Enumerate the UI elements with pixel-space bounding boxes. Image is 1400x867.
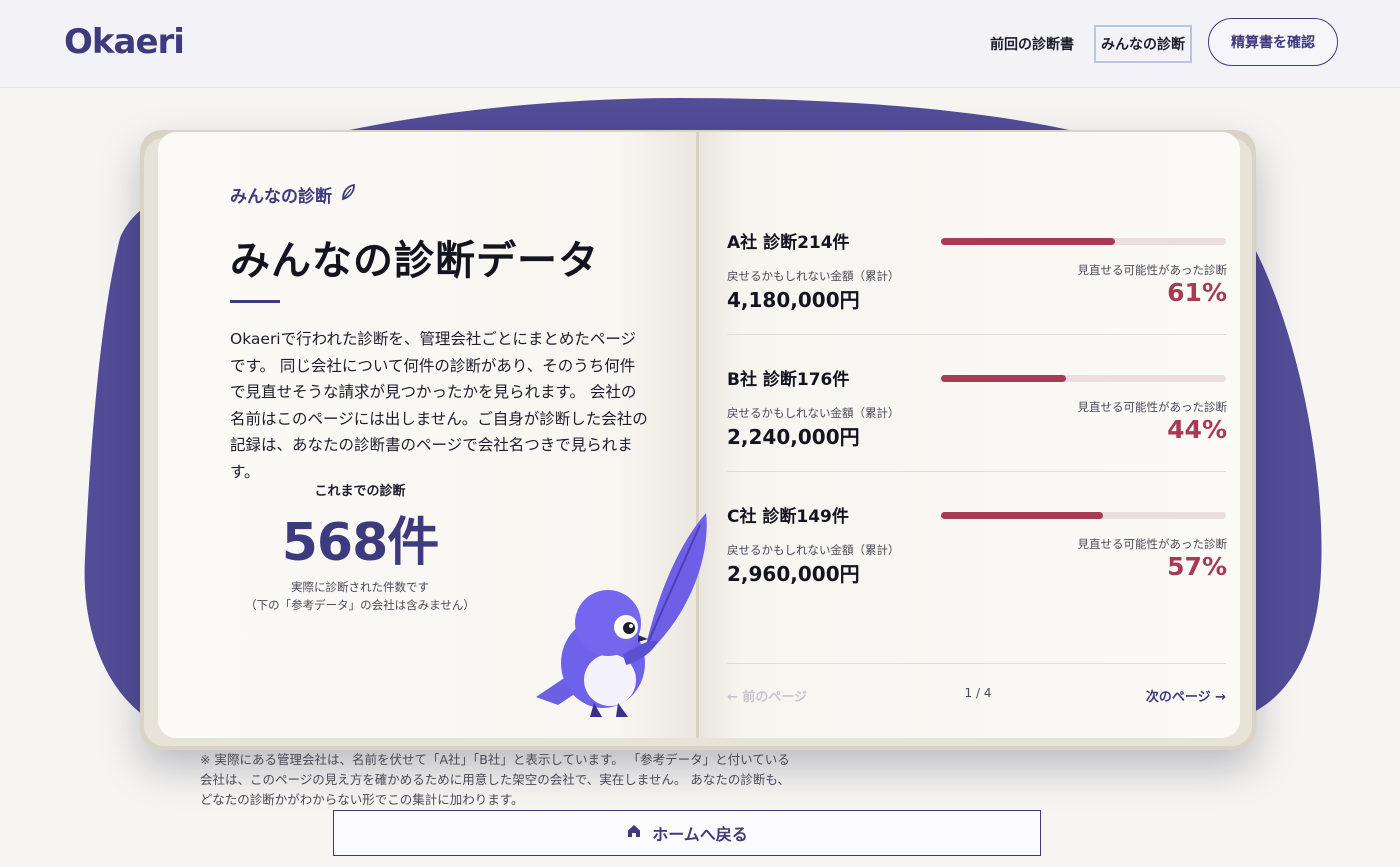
- intro-text: Okaeriで行われた診断を、管理会社ごとにまとめたページです。 同じ会社につい…: [230, 330, 648, 481]
- amount-value: 2,960,000円: [727, 562, 860, 586]
- total-note: 実際に診断された件数です （下の「参考データ」の会社は含みません）: [230, 578, 490, 614]
- total-label: これまでの診断: [314, 484, 406, 499]
- total-count: 568件: [281, 513, 440, 573]
- logo[interactable]: Okaeri: [64, 22, 185, 62]
- amount-value: 2,240,000円: [727, 425, 860, 449]
- company-card: A社 診断214件 戻せるかもしれない金額（累計） 4,180,000円 見直せ…: [727, 228, 1227, 348]
- home-icon: [626, 823, 642, 843]
- rate-label: 見直せる可能性があった診断: [1077, 263, 1228, 277]
- rate-bar-track: [941, 238, 1226, 245]
- company-card: B社 診断176件 戻せるかもしれない金額（累計） 2,240,000円 見直せ…: [727, 365, 1227, 485]
- total-note-line-2: （下の「参考データ」の会社は含みません）: [245, 598, 475, 612]
- rate-value: 44%: [1167, 415, 1227, 444]
- next-page-link[interactable]: 次のページ →: [1100, 686, 1226, 705]
- footnote: ※ 実際にある管理会社は、名前を伏せて「A社」「B社」と表示しています。 「参考…: [200, 752, 790, 807]
- rate-bar-track: [941, 512, 1226, 519]
- company-card: C社 診断149件 戻せるかもしれない金額（累計） 2,960,000円 見直せ…: [727, 502, 1227, 622]
- title-underline: [230, 300, 280, 303]
- company-name: A社 診断214件: [727, 233, 850, 253]
- rate-label: 見直せる可能性があった診断: [1077, 400, 1228, 414]
- divider: [727, 471, 1226, 472]
- company-name: B社 診断176件: [727, 370, 850, 390]
- divider: [727, 334, 1226, 335]
- prev-page-link[interactable]: ← 前のページ: [727, 686, 807, 705]
- statement-button[interactable]: 精算書を確認: [1208, 18, 1338, 66]
- pager-divider: [727, 663, 1226, 664]
- rate-value: 61%: [1167, 278, 1227, 307]
- rate-label: 見直せる可能性があった診断: [1077, 537, 1228, 551]
- company-name: C社 診断149件: [727, 507, 849, 527]
- page-title: みんなの診断データ: [230, 238, 599, 284]
- rate-value: 57%: [1167, 552, 1227, 581]
- site-header: Okaeri 前回の診断書 みんなの診断 精算書を確認: [0, 0, 1400, 88]
- bird-mascot-illustration: [536, 513, 707, 717]
- rate-bar-fill: [941, 512, 1104, 519]
- nav-previous-report[interactable]: 前回の診断書: [990, 34, 1074, 54]
- rate-bar-track: [941, 375, 1226, 382]
- amount-label: 戻せるかもしれない金額（累計）: [727, 406, 900, 420]
- eyebrow-label: みんなの診断: [230, 187, 332, 207]
- rate-bar-fill: [941, 238, 1115, 245]
- home-button[interactable]: ホームへ戻る: [333, 810, 1041, 856]
- total-note-line-1: 実際に診断された件数です: [291, 580, 429, 594]
- nav-everyone-diagnosis[interactable]: みんなの診断: [1094, 25, 1192, 63]
- rate-bar-fill: [941, 375, 1067, 382]
- home-button-label: ホームへ戻る: [652, 825, 748, 844]
- leaf-icon: [340, 183, 356, 206]
- amount-label: 戻せるかもしれない金額（累計）: [727, 543, 900, 557]
- page-indicator: 1 / 4: [964, 686, 992, 700]
- amount-value: 4,180,000円: [727, 288, 860, 312]
- amount-label: 戻せるかもしれない金額（累計）: [727, 269, 900, 283]
- section-eyebrow: みんなの診断: [230, 182, 356, 207]
